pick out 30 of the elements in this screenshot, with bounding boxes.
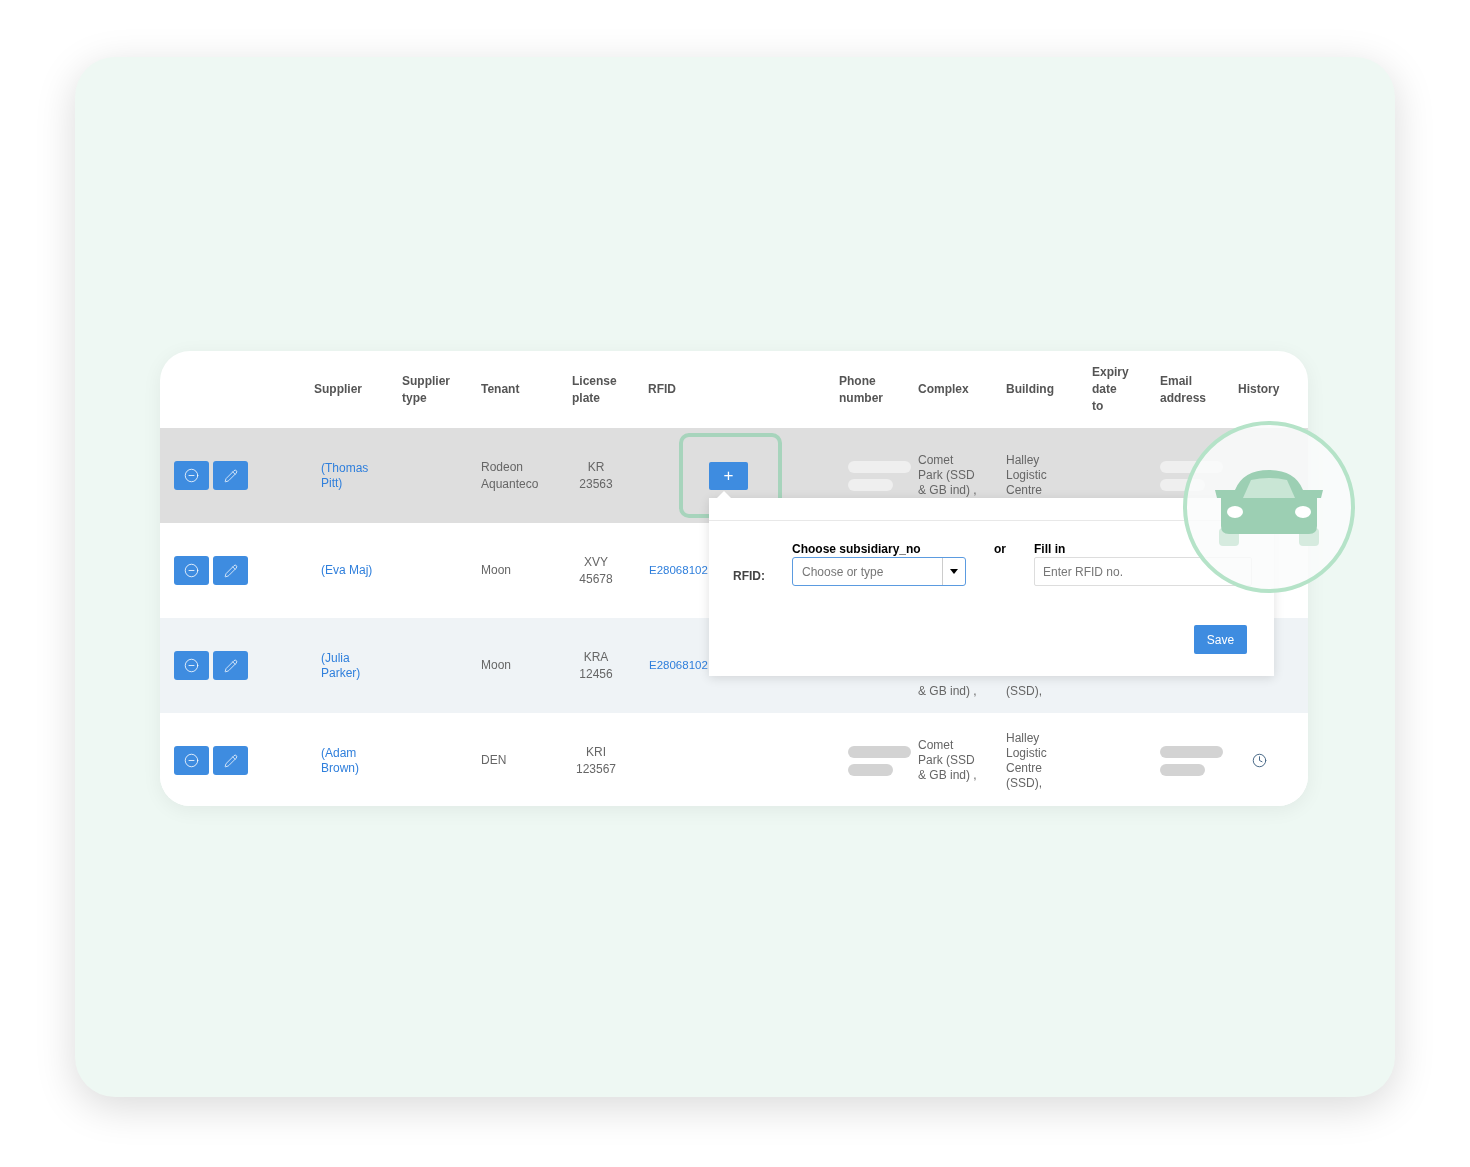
table-cell-text: Moon <box>481 562 513 579</box>
column-header: Supplier <box>314 381 363 398</box>
column-header: Building <box>1006 381 1055 398</box>
table-cell-text: Halley Logistic Centre (SSD), <box>1006 730 1048 791</box>
table-cell: Comet Park (SSD & GB ind) , <box>918 453 978 498</box>
column-header: RFID <box>648 381 677 398</box>
rfid-label: RFID: <box>733 568 766 585</box>
table-cell-text: Rodeon Aquanteco <box>481 458 540 493</box>
table-cell-text: XVY 45678 <box>578 553 614 588</box>
table-cell: & GB ind) , <box>918 684 978 699</box>
table-cell-text: DEN <box>481 752 508 769</box>
table-cell-text: KRI 123567 <box>574 743 617 778</box>
column-header: License plate <box>572 372 618 407</box>
select-placeholder: Choose or type <box>801 563 885 581</box>
column-header: Supplier type <box>402 372 451 407</box>
column-header: Email address <box>1160 372 1208 407</box>
table-cell-text: Halley Logistic Centre <box>1006 453 1048 498</box>
table-cell: Comet Park (SSD & GB ind) , <box>918 738 978 783</box>
table-cell-text: KRA 12456 <box>578 648 614 683</box>
table-cell-text: KR 23563 <box>578 458 614 493</box>
column-header: Complex <box>918 381 970 398</box>
table-cell-text: Moon <box>481 657 513 674</box>
column-header: Tenant <box>481 381 521 398</box>
column-header: Phone number <box>839 372 884 407</box>
or-text: or <box>994 542 1006 556</box>
column-header: Expiry date to <box>1092 364 1130 415</box>
select-label: Choose subsidiary_no <box>792 542 922 556</box>
input-label: Fill in <box>1034 542 1067 556</box>
column-header: History <box>1238 381 1281 398</box>
table-cell-text: (SSD), <box>1006 684 1043 699</box>
